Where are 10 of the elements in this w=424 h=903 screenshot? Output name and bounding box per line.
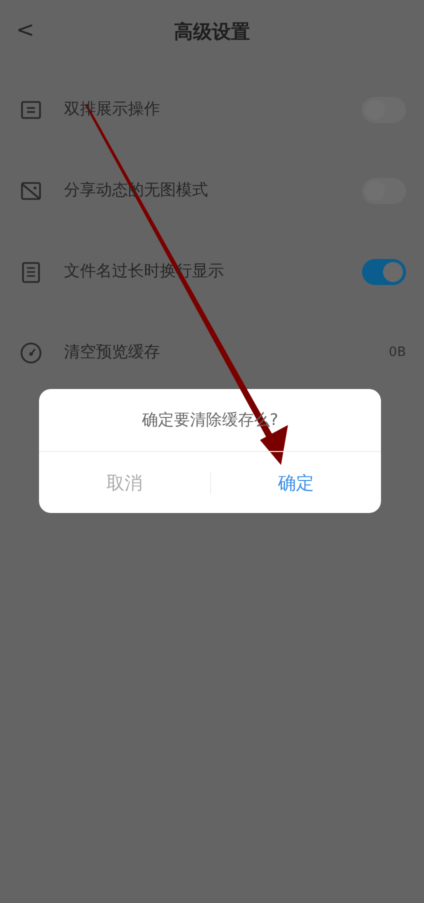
page-title: 高级设置 xyxy=(174,20,250,45)
cancel-button[interactable]: 取消 xyxy=(39,452,210,513)
setting-label: 清空预览缓存 xyxy=(64,342,161,363)
no-image-icon xyxy=(20,180,42,202)
toggle-switch[interactable] xyxy=(362,258,406,284)
confirm-button[interactable]: 确定 xyxy=(210,452,381,513)
document-icon xyxy=(20,260,42,282)
back-button[interactable]: < xyxy=(16,18,34,44)
gauge-icon xyxy=(20,342,42,364)
list-icon xyxy=(20,98,42,120)
